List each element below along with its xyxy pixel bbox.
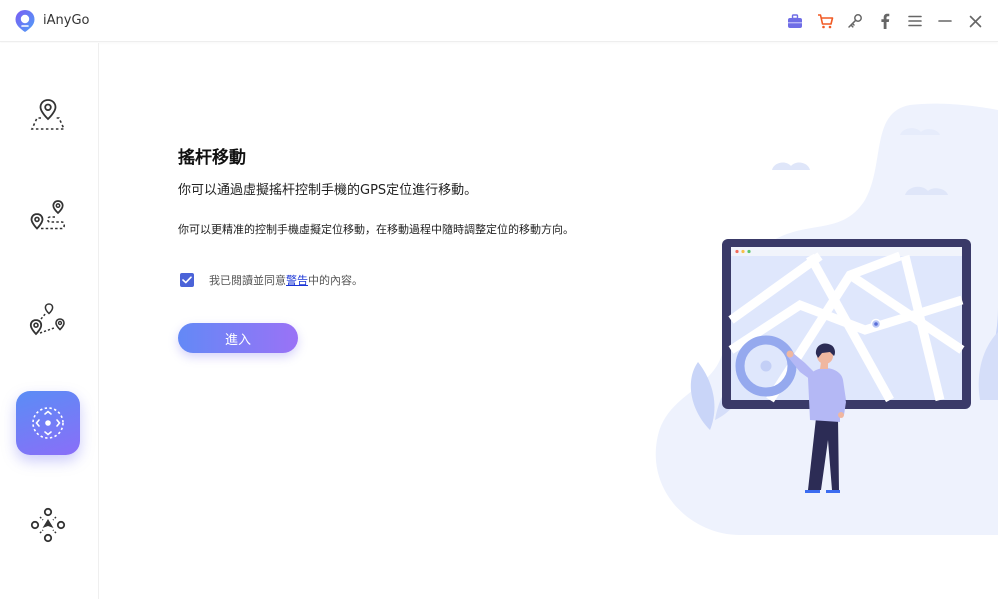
minimize-icon[interactable] [930, 9, 960, 33]
toolbox-icon[interactable] [780, 9, 810, 33]
page-subtitle: 你可以通過虛擬搖杆控制手機的GPS定位進行移動。 [178, 183, 478, 198]
app-name: iAnyGo [43, 13, 90, 28]
cart-icon[interactable] [810, 9, 840, 33]
page-description: 你可以更精准的控制手機虛擬定位移動，在移動過程中隨時調整定位的移動方向。 [178, 223, 574, 236]
key-icon[interactable] [840, 9, 870, 33]
warning-link[interactable]: 警告 [286, 274, 308, 287]
joystick-icon [32, 407, 64, 439]
page-title: 搖杆移動 [178, 148, 246, 168]
facebook-icon[interactable] [870, 9, 900, 33]
location-pin-icon [30, 99, 66, 130]
multi-spot-route-icon [29, 303, 65, 336]
titlebar-controls [780, 9, 990, 33]
app-logo-icon [15, 10, 35, 32]
menu-icon[interactable] [900, 9, 930, 33]
sidebar-item-change-location[interactable] [16, 83, 80, 147]
sidebar-item-single-spot[interactable] [16, 185, 80, 249]
sidebar-item-joystick[interactable] [16, 391, 80, 455]
sidebar [0, 43, 99, 599]
sidebar-item-game-mode[interactable] [16, 493, 80, 557]
joystick-illustration [655, 103, 998, 535]
title-bar: iAnyGo [0, 0, 998, 42]
two-spot-route-icon [30, 200, 66, 230]
sidebar-item-multi-spot[interactable] [16, 288, 80, 352]
checkmark-icon [182, 276, 192, 284]
agreement-suffix: 中的內容。 [308, 274, 363, 287]
close-icon[interactable] [960, 9, 990, 33]
agreement-prefix: 我已閱讀並同意 [209, 274, 286, 287]
agreement-row: 我已閱讀並同意警告中的內容。 [180, 272, 363, 288]
enter-button[interactable]: 進入 [178, 323, 298, 353]
agreement-checkbox[interactable] [180, 273, 194, 287]
agreement-text: 我已閱讀並同意警告中的內容。 [209, 272, 363, 288]
game-controller-icon [30, 507, 66, 543]
